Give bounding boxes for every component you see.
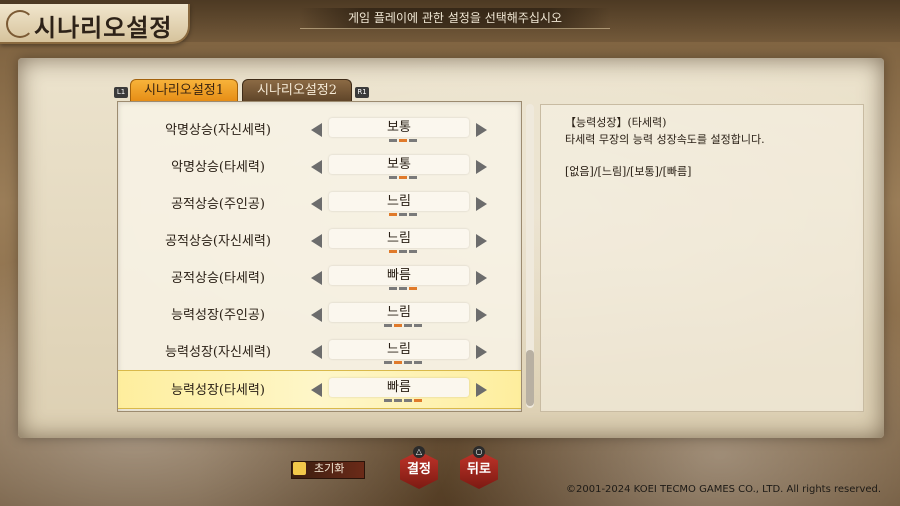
level-indicator	[383, 250, 423, 253]
setting-value: 빠름	[329, 378, 469, 397]
description-body: 타세력 무장의 능력 성장속도를 설정합니다.	[565, 133, 765, 146]
setting-row-selected[interactable]: 능력성장(타세력) 빠름	[118, 370, 521, 409]
arrow-right-icon[interactable]	[476, 383, 487, 397]
setting-label: 악명상승(자신세력)	[165, 123, 271, 138]
title-plate: 시나리오설정	[0, 4, 190, 44]
setting-row[interactable]: 공적상승(자신세력) 느림	[118, 222, 521, 259]
level-tick	[399, 176, 407, 179]
tab-scenario-settings-1[interactable]: 시나리오설정1	[130, 79, 238, 102]
setting-row[interactable]: 공적상승(타세력) 빠름	[118, 259, 521, 296]
setting-label: 능력성장(타세력)	[171, 383, 265, 398]
instruction-text: 게임 플레이에 관한 설정을 선택해주십시오	[300, 8, 610, 29]
arrow-left-icon[interactable]	[311, 345, 322, 359]
level-indicator	[383, 324, 423, 327]
arrow-left-icon[interactable]	[311, 271, 322, 285]
setting-row[interactable]: 능력성장(자신세력) 느림	[118, 333, 521, 370]
setting-label: 능력성장(자신세력)	[165, 345, 271, 360]
level-tick	[389, 287, 397, 290]
l1-button-icon: L1	[114, 87, 128, 98]
reset-label: 초기화	[314, 462, 345, 475]
arrow-left-icon[interactable]	[311, 308, 322, 322]
level-tick	[399, 287, 407, 290]
setting-label: 능력성장(주인공)	[171, 308, 265, 323]
setting-label: 공적상승(자신세력)	[165, 234, 271, 249]
setting-value: 빠름	[329, 266, 469, 285]
level-tick	[414, 361, 422, 364]
tab-scenario-settings-2[interactable]: 시나리오설정2	[242, 79, 352, 102]
setting-value: 보통	[329, 155, 469, 174]
description-panel	[540, 104, 864, 412]
level-indicator	[383, 399, 423, 402]
level-indicator	[383, 213, 423, 216]
level-tick	[394, 361, 402, 364]
setting-value: 느림	[329, 340, 469, 359]
level-tick	[384, 324, 392, 327]
setting-label: 공적상승(주인공)	[171, 197, 265, 212]
setting-row[interactable]: 공적상승(주인공) 느림	[118, 185, 521, 222]
level-tick	[409, 287, 417, 290]
setting-label: 악명상승(타세력)	[171, 160, 265, 175]
arrow-right-icon[interactable]	[476, 271, 487, 285]
level-tick	[404, 399, 412, 402]
arrow-left-icon[interactable]	[311, 234, 322, 248]
arrow-right-icon[interactable]	[476, 197, 487, 211]
back-label: 뒤로	[467, 462, 491, 477]
level-tick	[389, 139, 397, 142]
triangle-button-icon: △	[413, 446, 425, 458]
setting-value: 느림	[329, 192, 469, 211]
level-tick	[399, 250, 407, 253]
level-indicator	[383, 176, 423, 179]
level-tick	[394, 399, 402, 402]
setting-value: 느림	[329, 229, 469, 248]
level-tick	[414, 324, 422, 327]
level-tick	[409, 213, 417, 216]
page-title: 시나리오설정	[34, 13, 173, 42]
level-tick	[399, 139, 407, 142]
settings-list: 악명상승(자신세력) 보통 악명상승(타세력) 보통 공적상승(주인공) 느림 …	[117, 101, 522, 412]
r1-button-icon: R1	[355, 87, 369, 98]
arrow-right-icon[interactable]	[476, 308, 487, 322]
swirl-ornament-icon	[6, 10, 34, 38]
level-tick	[409, 176, 417, 179]
level-indicator	[383, 287, 423, 290]
setting-row[interactable]: 악명상승(타세력) 보통	[118, 148, 521, 185]
arrow-left-icon[interactable]	[311, 123, 322, 137]
level-tick	[414, 399, 422, 402]
arrow-left-icon[interactable]	[311, 197, 322, 211]
arrow-right-icon[interactable]	[476, 123, 487, 137]
setting-row[interactable]: 악명상승(자신세력) 보통	[118, 111, 521, 148]
level-tick	[399, 213, 407, 216]
level-tick	[394, 324, 402, 327]
level-tick	[409, 250, 417, 253]
level-indicator	[383, 139, 423, 142]
level-tick	[404, 324, 412, 327]
scenario-settings-screen: { "header": { "title": "시나리오설정", "instru…	[0, 0, 900, 506]
reset-icon	[293, 462, 306, 475]
arrow-right-icon[interactable]	[476, 345, 487, 359]
arrow-left-icon[interactable]	[311, 383, 322, 397]
arrow-right-icon[interactable]	[476, 160, 487, 174]
arrow-right-icon[interactable]	[476, 234, 487, 248]
confirm-label: 결정	[407, 462, 431, 477]
level-tick	[404, 361, 412, 364]
circle-button-icon: ○	[473, 446, 485, 458]
level-tick	[409, 139, 417, 142]
copyright-text: ©2001-2024 KOEI TECMO GAMES CO., LTD. Al…	[566, 484, 882, 495]
level-tick	[389, 250, 397, 253]
setting-row[interactable]: 능력성장(주인공) 느림	[118, 296, 521, 333]
setting-value: 느림	[329, 303, 469, 322]
setting-value: 보통	[329, 118, 469, 137]
scrollbar-thumb[interactable]	[526, 350, 534, 406]
setting-label: 공적상승(타세력)	[171, 271, 265, 286]
description-options: [없음]/[느림]/[보통]/[빠름]	[565, 165, 692, 178]
level-tick	[389, 213, 397, 216]
level-tick	[384, 361, 392, 364]
description-title: 【능력성장】(타세력)	[565, 116, 667, 129]
level-tick	[389, 176, 397, 179]
level-indicator	[383, 361, 423, 364]
level-tick	[384, 399, 392, 402]
arrow-left-icon[interactable]	[311, 160, 322, 174]
